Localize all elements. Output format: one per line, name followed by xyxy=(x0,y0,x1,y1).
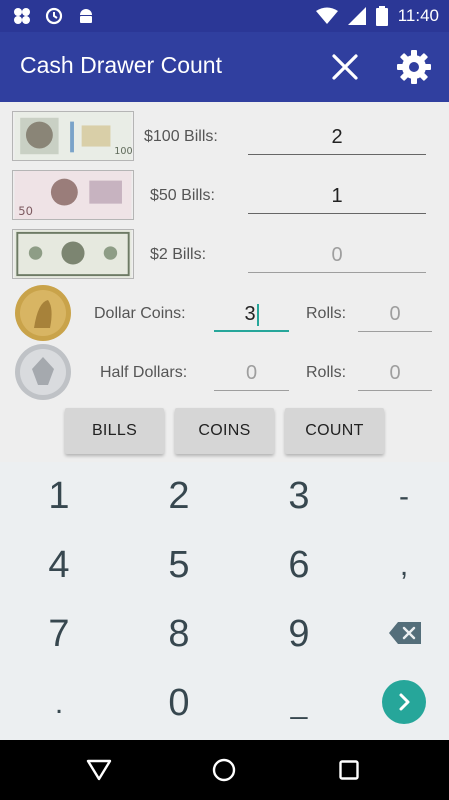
hundred-bills-input[interactable]: 2 xyxy=(248,119,426,155)
settings-gear-icon[interactable] xyxy=(396,49,432,85)
clock: 11:40 xyxy=(397,6,439,25)
key-8[interactable]: 8 xyxy=(123,600,235,669)
key-comma[interactable]: , xyxy=(348,531,449,600)
key-minus[interactable]: - xyxy=(348,462,449,531)
status-bar: 11:40 xyxy=(0,0,449,32)
app-bar: Cash Drawer Count xyxy=(0,32,449,102)
fifty-bills-input[interactable]: 1 xyxy=(248,178,426,214)
sync-icon xyxy=(45,7,63,25)
dollar-coins-input[interactable]: 3 xyxy=(214,296,289,332)
row-half-dollars: Half Dollars: 0 Rolls: 0 xyxy=(0,343,449,401)
half-dollars-rolls-label: Rolls: xyxy=(306,364,347,381)
page-title: Cash Drawer Count xyxy=(20,52,222,78)
key-7[interactable]: 7 xyxy=(3,600,115,669)
text-cursor xyxy=(256,303,259,326)
hundred-bill-image: 100 xyxy=(12,111,134,161)
half-dollars-label: Half Dollars: xyxy=(100,364,188,381)
dollar-coins-label: Dollar Coins: xyxy=(94,305,186,322)
dollar-coin-image xyxy=(15,285,71,341)
row-2-bills: $2 Bills: 0 xyxy=(0,226,449,284)
battery-icon xyxy=(375,6,388,26)
two-bills-input[interactable]: 0 xyxy=(248,237,426,273)
navigation-bar xyxy=(0,740,449,800)
fifty-bills-label: $50 Bills: xyxy=(150,187,215,204)
key-2[interactable]: 2 xyxy=(123,462,235,531)
numeric-keyboard: 1 2 3 - 4 5 6 , 7 8 9 . 0 _ xyxy=(0,462,449,740)
fifty-bill-image: 50 xyxy=(12,170,134,220)
enter-button[interactable] xyxy=(382,680,426,724)
key-5[interactable]: 5 xyxy=(123,531,235,600)
two-dollar-bill-image xyxy=(12,229,134,279)
backspace-icon[interactable] xyxy=(389,622,421,644)
half-dollars-rolls-input[interactable]: 0 xyxy=(358,355,432,391)
enter-icon xyxy=(399,693,410,711)
recents-icon[interactable] xyxy=(339,760,359,780)
hundred-bills-label: $100 Bills: xyxy=(144,128,218,145)
half-dollars-input[interactable]: 0 xyxy=(214,355,289,391)
count-button[interactable]: COUNT xyxy=(285,408,384,454)
svg-text:100: 100 xyxy=(114,146,132,157)
bills-button[interactable]: BILLS xyxy=(65,408,164,454)
pinwheel-icon xyxy=(14,8,30,24)
key-period[interactable]: . xyxy=(3,669,115,738)
key-0[interactable]: 0 xyxy=(123,669,235,738)
dollar-coins-value: 3 xyxy=(244,303,256,325)
dollar-coins-rolls-input[interactable]: 0 xyxy=(358,296,432,332)
key-6[interactable]: 6 xyxy=(243,531,355,600)
key-4[interactable]: 4 xyxy=(3,531,115,600)
back-icon[interactable] xyxy=(86,759,112,781)
close-icon[interactable] xyxy=(330,52,360,82)
half-dollar-coin-image xyxy=(15,344,71,400)
key-3[interactable]: 3 xyxy=(243,462,355,531)
cell-signal-icon xyxy=(347,7,366,25)
key-underscore[interactable]: _ xyxy=(243,669,355,738)
key-1[interactable]: 1 xyxy=(3,462,115,531)
home-icon[interactable] xyxy=(212,758,236,782)
coins-button[interactable]: COINS xyxy=(175,408,274,454)
two-bills-label: $2 Bills: xyxy=(150,246,207,263)
row-dollar-coins: Dollar Coins: 3 Rolls: 0 xyxy=(0,284,449,342)
dollar-coins-rolls-label: Rolls: xyxy=(306,305,347,322)
android-icon xyxy=(80,9,92,23)
svg-text:50: 50 xyxy=(18,204,33,218)
wifi-icon xyxy=(315,7,338,24)
key-9[interactable]: 9 xyxy=(243,600,355,669)
row-50-bills: 50 $50 Bills: 1 xyxy=(0,167,449,225)
row-100-bills: 100 $100 Bills: 2 xyxy=(0,108,449,166)
